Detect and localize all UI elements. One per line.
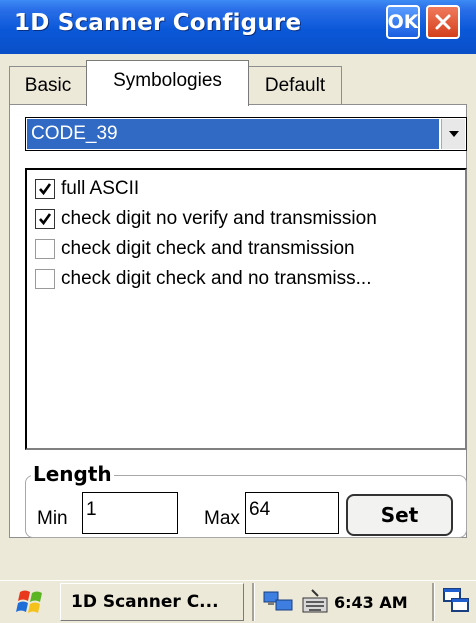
length-group-title: Length — [31, 462, 114, 486]
min-length-input[interactable]: 1 — [82, 492, 178, 534]
list-item[interactable]: check digit check and no transmiss... — [35, 264, 371, 294]
max-length-input[interactable]: 64 — [245, 492, 339, 534]
set-button[interactable]: Set — [346, 494, 453, 536]
checkbox-check-and-transmission[interactable] — [35, 239, 55, 259]
checkmark-icon — [39, 183, 52, 196]
checkbox-no-verify-transmission[interactable] — [35, 209, 55, 229]
title-bar: 1D Scanner Configure OK — [0, 0, 476, 54]
option-label: full ASCII — [61, 178, 140, 199]
min-label: Min — [37, 508, 68, 529]
chevron-down-icon — [448, 131, 459, 137]
max-label: Max — [204, 508, 240, 529]
desktop-icon[interactable] — [442, 587, 470, 615]
tray-divider — [432, 583, 435, 621]
window-title: 1D Scanner Configure — [14, 10, 302, 36]
tray-divider — [252, 583, 255, 621]
tab-basic[interactable]: Basic — [9, 66, 87, 104]
list-item[interactable]: check digit check and transmission — [35, 234, 355, 264]
option-label: check digit check and no transmiss... — [61, 268, 372, 289]
tab-symbologies[interactable]: Symbologies — [86, 60, 249, 106]
tab-default[interactable]: Default — [248, 66, 342, 104]
taskbar-app-button[interactable]: 1D Scanner C... — [60, 583, 244, 621]
close-button[interactable] — [426, 5, 460, 39]
keyboard-icon[interactable] — [300, 586, 330, 616]
checkbox-full-ascii[interactable] — [35, 179, 55, 199]
checkmark-icon — [39, 213, 52, 226]
dropdown-arrow-button[interactable] — [441, 119, 465, 149]
option-label: check digit check and transmission — [61, 238, 355, 259]
checkbox-check-no-transmission[interactable] — [35, 269, 55, 289]
option-label: check digit no verify and transmission — [61, 208, 377, 229]
windows-flag-icon[interactable] — [14, 586, 48, 618]
symbology-selected-value: CODE_39 — [27, 119, 439, 149]
list-item[interactable]: full ASCII — [35, 174, 139, 204]
close-icon — [435, 14, 451, 30]
list-item[interactable]: check digit no verify and transmission — [35, 204, 377, 234]
clock[interactable]: 6:43 AM — [334, 593, 408, 612]
ok-button[interactable]: OK — [386, 5, 420, 39]
options-list[interactable]: full ASCII check digit no verify and tra… — [25, 168, 467, 450]
start-button-icon — [16, 590, 42, 613]
symbology-dropdown[interactable]: CODE_39 — [25, 117, 467, 151]
network-icon[interactable] — [262, 588, 296, 616]
